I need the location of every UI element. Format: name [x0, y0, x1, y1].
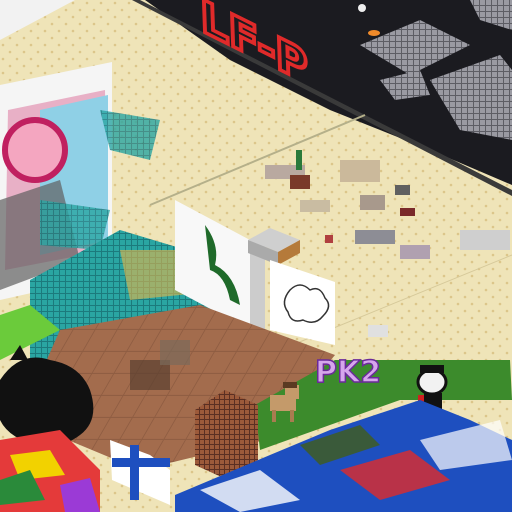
purple-sign: PK2 — [314, 354, 382, 391]
world-canvas: LF-P PK2 — [0, 0, 512, 512]
purple-sign-text: PK2 — [315, 355, 381, 390]
game-viewport[interactable]: LF-P PK2 — [0, 0, 512, 512]
